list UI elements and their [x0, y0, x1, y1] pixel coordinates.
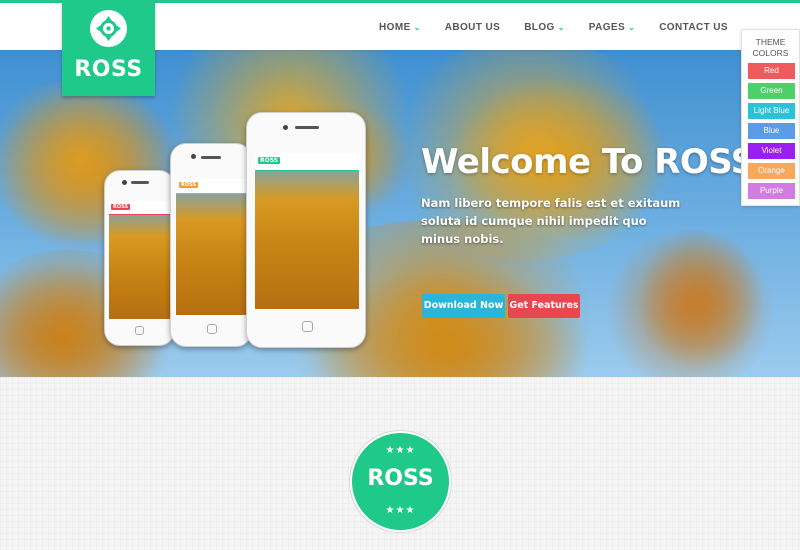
section-logo-badge: ★★★ ROSS ★★★ — [350, 431, 451, 532]
chevron-down-icon: ⌄ — [628, 23, 636, 32]
download-now-button[interactable]: Download Now — [422, 294, 505, 318]
nav-item-label: HOME — [379, 22, 411, 33]
stars-icon: ★★★ — [385, 445, 416, 456]
logo-emblem — [90, 10, 127, 47]
theme-title-line: COLORS — [752, 48, 789, 58]
swatch-violet[interactable]: Violet — [748, 143, 795, 159]
swatch-orange[interactable]: Orange — [748, 163, 795, 179]
phone-home-button — [302, 321, 313, 332]
nav-item-about[interactable]: ABOUT US — [445, 22, 500, 33]
phone-app-bar: ROSS — [109, 201, 171, 215]
phone-camera — [191, 154, 196, 159]
phone-speaker — [201, 156, 221, 159]
phone-speaker — [295, 126, 319, 129]
chevron-down-icon: ⌄ — [557, 23, 565, 32]
nav-item-label: BLOG — [524, 22, 555, 33]
phone-mockup: ROSS — [104, 170, 175, 346]
phone-screen: ROSS — [176, 179, 248, 315]
nav-item-contact[interactable]: CONTACT US — [659, 22, 728, 33]
nav-item-label: PAGES — [588, 22, 626, 33]
site-logo[interactable]: ROSS — [62, 0, 155, 96]
logo-text: ROSS — [74, 57, 143, 82]
theme-panel-title: THEME COLORS — [742, 37, 799, 59]
hero-subtitle: Nam libero tempore falis est et exitaum … — [421, 196, 681, 246]
section-logo-text: ROSS — [367, 466, 434, 491]
phone-app-bar: ROSS — [255, 153, 359, 171]
get-features-button[interactable]: Get Features — [508, 294, 580, 318]
theme-colors-panel: THEME COLORS Red Green Light Blue Blue V… — [741, 29, 800, 206]
phone-camera — [122, 180, 127, 185]
phone-speaker — [131, 181, 149, 184]
phone-camera — [283, 125, 288, 130]
crosshair-icon — [96, 16, 121, 41]
chevron-down-icon: ⌄ — [413, 23, 421, 32]
swatch-green[interactable]: Green — [748, 83, 795, 99]
phone-mockup: ROSS — [170, 143, 252, 347]
phone-app-badge: ROSS — [179, 182, 199, 188]
theme-title-line: THEME — [755, 37, 786, 47]
nav-item-blog[interactable]: BLOG ⌄ — [524, 22, 565, 33]
tree-foliage — [600, 230, 780, 377]
swatch-purple[interactable]: Purple — [748, 183, 795, 199]
nav-item-pages[interactable]: PAGES ⌄ — [589, 22, 635, 33]
phone-mockup: ROSS — [246, 112, 366, 348]
nav-item-home[interactable]: HOME ⌄ — [379, 22, 421, 33]
phone-app-badge: ROSS — [111, 204, 131, 210]
hero-title: Welcome To ROSS — [421, 142, 755, 182]
nav-item-label: ABOUT US — [444, 22, 501, 33]
stars-icon: ★★★ — [385, 505, 416, 516]
swatch-blue[interactable]: Blue — [748, 123, 795, 139]
phone-screen: ROSS — [109, 201, 171, 319]
main-nav: HOME ⌄ ABOUT US BLOG ⌄ PAGES ⌄ CONTACT U… — [355, 22, 728, 33]
swatch-light-blue[interactable]: Light Blue — [748, 103, 795, 119]
phone-home-button — [135, 326, 144, 335]
nav-item-label: CONTACT US — [659, 22, 728, 33]
phone-screen: ROSS — [255, 153, 359, 309]
phone-home-button — [207, 324, 217, 334]
phone-app-badge: ROSS — [258, 157, 281, 164]
swatch-red[interactable]: Red — [748, 63, 795, 79]
phone-app-bar: ROSS — [176, 179, 248, 194]
